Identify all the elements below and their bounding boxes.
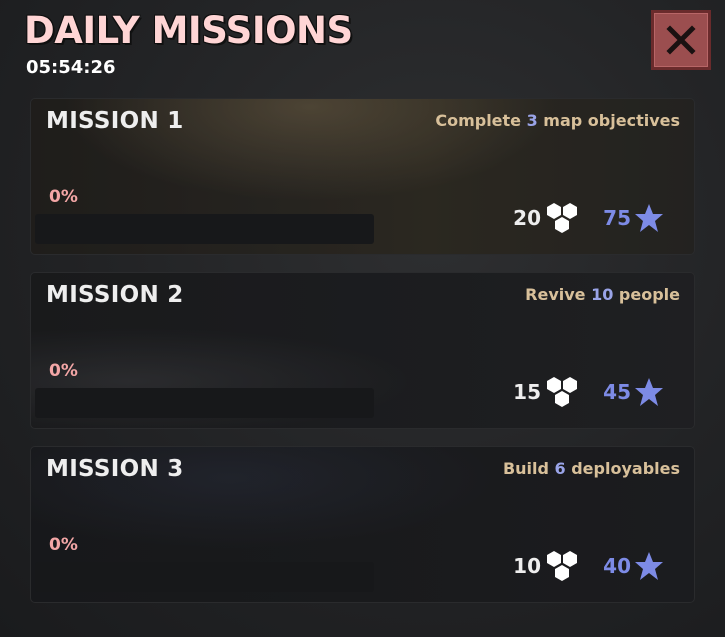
reward-stars: 40 xyxy=(603,551,664,581)
progress-bar xyxy=(35,562,374,592)
reward-cells: 15 xyxy=(513,377,579,407)
daily-missions-screen: DAILY MISSIONS 05:54:26 MISSION 1 Comple… xyxy=(0,0,725,637)
progress-percent: 0% xyxy=(49,535,78,555)
reward-cells: 10 xyxy=(513,551,579,581)
progress-percent: 0% xyxy=(49,361,78,381)
hexagon-cluster-icon xyxy=(547,377,577,407)
reward-cells-amount: 15 xyxy=(513,380,541,404)
hexagon-cluster-icon xyxy=(547,551,577,581)
reward-cells-amount: 20 xyxy=(513,206,541,230)
reward-stars-amount: 40 xyxy=(603,554,631,578)
mission-card-1: MISSION 1 Complete 3 map objectives 0% 2… xyxy=(30,98,695,255)
mission-description: Complete 3 map objectives xyxy=(435,111,680,130)
star-icon xyxy=(635,552,663,580)
mission-card-2: MISSION 2 Revive 10 people 0% 15 45 xyxy=(30,272,695,429)
close-icon xyxy=(666,25,696,55)
progress-bar xyxy=(35,388,374,418)
reset-timer: 05:54:26 xyxy=(26,57,116,78)
mission-title: MISSION 3 xyxy=(46,456,184,482)
objective-count: 3 xyxy=(526,111,538,130)
reward-cells: 20 xyxy=(513,203,579,233)
objective-count: 10 xyxy=(591,285,614,304)
reward-stars-amount: 75 xyxy=(603,206,631,230)
progress-percent: 0% xyxy=(49,187,78,207)
star-icon xyxy=(635,378,663,406)
mission-description: Revive 10 people xyxy=(525,285,680,304)
close-button[interactable] xyxy=(651,10,711,70)
reward-cells-amount: 10 xyxy=(513,554,541,578)
page-title: DAILY MISSIONS xyxy=(24,9,353,52)
star-icon xyxy=(635,204,663,232)
mission-title: MISSION 2 xyxy=(46,282,184,308)
mission-card-3: MISSION 3 Build 6 deployables 0% 10 40 xyxy=(30,446,695,603)
objective-count: 6 xyxy=(554,459,566,478)
hexagon-cluster-icon xyxy=(547,203,577,233)
mission-description: Build 6 deployables xyxy=(502,459,680,478)
progress-bar xyxy=(35,214,374,244)
mission-title: MISSION 1 xyxy=(46,108,184,134)
reward-stars: 75 xyxy=(603,203,664,233)
reward-stars-amount: 45 xyxy=(603,380,631,404)
reward-stars: 45 xyxy=(603,377,664,407)
